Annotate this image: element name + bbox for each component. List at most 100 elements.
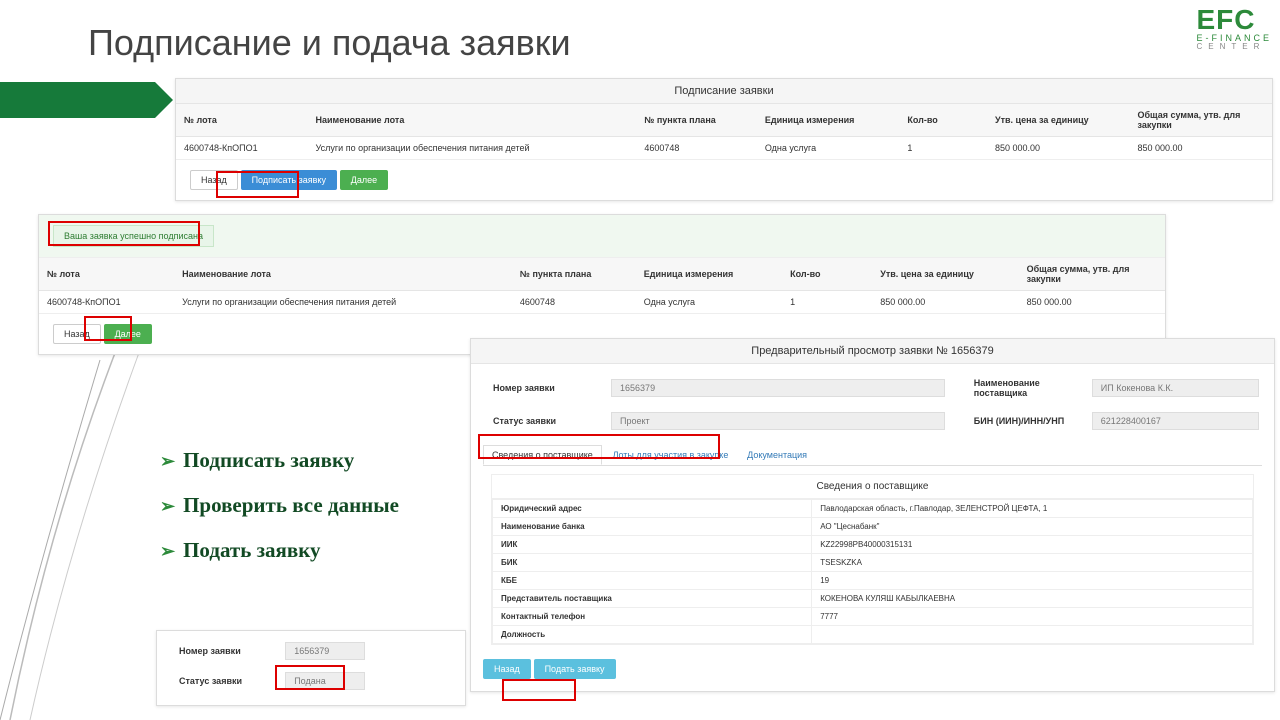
label-app-number: Номер заявки [171, 641, 282, 661]
col-total: Общая сумма, утв. для закупки [1019, 258, 1165, 291]
bullet-text: Проверить все данные [183, 493, 399, 517]
supplier-field-label: Юридический адрес [493, 500, 812, 518]
table-row: Юридический адресПавлодарская область, г… [493, 500, 1253, 518]
cell-lot-name: Услуги по организации обеспечения питани… [174, 291, 512, 314]
table-row: ИИКKZ22998РВ40000315131 [493, 536, 1253, 554]
bullet-text: Подписать заявку [183, 448, 354, 472]
cell-plan-point: 4600748 [512, 291, 636, 314]
supplier-section-header: Сведения о поставщике [492, 475, 1253, 499]
table-row: КБЕ19 [493, 572, 1253, 590]
bullet-list: ➢Подписать заявку ➢Проверить все данные … [160, 448, 399, 583]
panel1-table: № лота Наименование лота № пункта плана … [176, 104, 1272, 160]
cell-unit: Одна услуга [757, 137, 899, 160]
panel-signed-success: Ваша заявка успешно подписана № лота Наи… [38, 214, 1166, 355]
supplier-field-label: Наименование банка [493, 518, 812, 536]
value-supplier-name: ИП Кокенова К.К. [1092, 379, 1259, 397]
bullet-arrow-icon: ➢ [160, 541, 175, 561]
table-row: БИКTSESKZKA [493, 554, 1253, 572]
slide-title: Подписание и подача заявки [88, 22, 571, 64]
supplier-field-value: TSESKZKA [812, 554, 1253, 572]
supplier-field-value [812, 626, 1253, 644]
preview-header: Предварительный просмотр заявки № 165637… [471, 339, 1274, 364]
bullet-item: ➢ Проверить все данные [160, 493, 399, 518]
supplier-field-value: Павлодарская область, г.Павлодар, ЗЕЛЕНС… [812, 500, 1253, 518]
bullet-arrow-icon: ➢ [160, 496, 175, 516]
supplier-field-label: Должность [493, 626, 812, 644]
cell-unit: Одна услуга [636, 291, 782, 314]
col-total: Общая сумма, утв. для закупки [1129, 104, 1272, 137]
cell-unit-price: 850 000.00 [872, 291, 1018, 314]
supplier-field-value: АО "Цеснабанк" [812, 518, 1253, 536]
logo-main: EFC [1196, 6, 1272, 34]
col-qty: Кол-во [782, 258, 872, 291]
cell-lot-number: 4600748-КпОПО1 [39, 291, 174, 314]
tab-supplier-info[interactable]: Сведения о поставщике [483, 445, 602, 465]
submit-button[interactable]: Подать заявку [534, 659, 616, 679]
back-button[interactable]: Назад [190, 170, 238, 190]
cell-lot-number: 4600748-КпОПО1 [176, 137, 308, 160]
panel-sign-application: Подписание заявки № лота Наименование ло… [175, 78, 1273, 201]
value-app-number: 1656379 [611, 379, 945, 397]
cell-total: 850 000.00 [1019, 291, 1165, 314]
col-plan-point: № пункта плана [512, 258, 636, 291]
supplier-field-value: 7777 [812, 608, 1253, 626]
col-lot-name: Наименование лота [308, 104, 637, 137]
decor-curves [0, 340, 180, 720]
cell-qty: 1 [782, 291, 872, 314]
label-app-status: Статус заявки [171, 671, 282, 691]
next-button[interactable]: Далее [340, 170, 388, 190]
label-bin: БИН (ИИН)/ИНН/УНП [966, 411, 1089, 431]
table-row: 4600748-КпОПО1 Услуги по организации обе… [39, 291, 1165, 314]
label-app-status: Статус заявки [485, 411, 608, 431]
tab-documentation[interactable]: Документация [739, 446, 815, 464]
bullet-arrow-icon: ➢ [160, 451, 175, 471]
table-row: Должность [493, 626, 1253, 644]
alert-success: Ваша заявка успешно подписана [53, 225, 214, 247]
table-row: Представитель поставщикаКОКЕНОВА КУЛЯШ К… [493, 590, 1253, 608]
panel1-header: Подписание заявки [176, 79, 1272, 104]
cell-unit-price: 850 000.00 [987, 137, 1129, 160]
value-app-status: Проект [611, 412, 945, 430]
bullet-item: ➢ Подать заявку [160, 538, 399, 563]
logo: EFC E-FINANCE CENTER [1196, 6, 1272, 51]
supplier-field-label: КБЕ [493, 572, 812, 590]
value-app-status: Подана [285, 672, 365, 690]
back-button[interactable]: Назад [483, 659, 531, 679]
supplier-field-value: 19 [812, 572, 1253, 590]
col-plan-point: № пункта плана [636, 104, 757, 137]
col-lot-number: № лота [39, 258, 174, 291]
table-row: Контактный телефон7777 [493, 608, 1253, 626]
sign-button[interactable]: Подписать заявку [241, 170, 337, 190]
supplier-field-label: ИИК [493, 536, 812, 554]
col-qty: Кол-во [899, 104, 987, 137]
col-lot-number: № лота [176, 104, 308, 137]
col-unit-price: Утв. цена за единицу [987, 104, 1129, 137]
cell-plan-point: 4600748 [636, 137, 757, 160]
supplier-field-value: КОКЕНОВА КУЛЯШ КАБЫЛКАЕВНА [812, 590, 1253, 608]
supplier-field-label: Контактный телефон [493, 608, 812, 626]
supplier-field-value: KZ22998РВ40000315131 [812, 536, 1253, 554]
bullet-item: ➢ Подписать заявку [160, 448, 399, 473]
cell-lot-name: Услуги по организации обеспечения питани… [308, 137, 637, 160]
panel-preview: Предварительный просмотр заявки № 165637… [470, 338, 1275, 692]
table-row: 4600748-КпОПО1 Услуги по организации обе… [176, 137, 1272, 160]
label-supplier-name: Наименование поставщика [966, 374, 1089, 402]
panel-status-small: Номер заявки 1656379 Статус заявки Подан… [156, 630, 466, 706]
supplier-field-label: БИК [493, 554, 812, 572]
label-app-number: Номер заявки [485, 374, 608, 402]
supplier-table: Юридический адресПавлодарская область, г… [492, 499, 1253, 644]
col-unit-price: Утв. цена за единицу [872, 258, 1018, 291]
next-button[interactable]: Далее [104, 324, 152, 344]
col-unit: Единица измерения [757, 104, 899, 137]
bullet-text: Подать заявку [183, 538, 320, 562]
arrow-decoration [0, 82, 155, 118]
value-bin: 621228400167 [1092, 412, 1259, 430]
cell-total: 850 000.00 [1129, 137, 1272, 160]
back-button[interactable]: Назад [53, 324, 101, 344]
panel2-table: № лота Наименование лота № пункта плана … [39, 258, 1165, 314]
tab-lots[interactable]: Лоты для участия в закупке [605, 446, 737, 464]
col-lot-name: Наименование лота [174, 258, 512, 291]
col-unit: Единица измерения [636, 258, 782, 291]
table-row: Наименование банкаАО "Цеснабанк" [493, 518, 1253, 536]
value-app-number: 1656379 [285, 642, 365, 660]
